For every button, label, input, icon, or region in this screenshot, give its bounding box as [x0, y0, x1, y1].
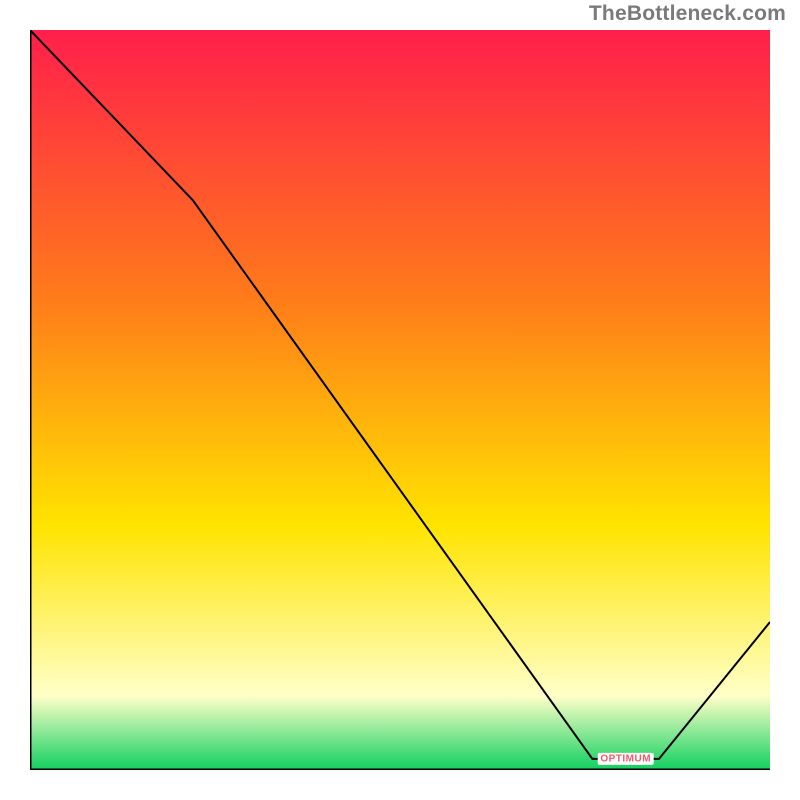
chart-area: OPTIMUM	[30, 30, 770, 770]
gradient-bg	[30, 30, 770, 770]
optimum-marker: OPTIMUM	[598, 753, 654, 765]
chart-svg: OPTIMUM	[30, 30, 770, 770]
watermark-text: TheBottleneck.com	[589, 2, 786, 26]
optimum-marker-label: OPTIMUM	[600, 754, 651, 765]
